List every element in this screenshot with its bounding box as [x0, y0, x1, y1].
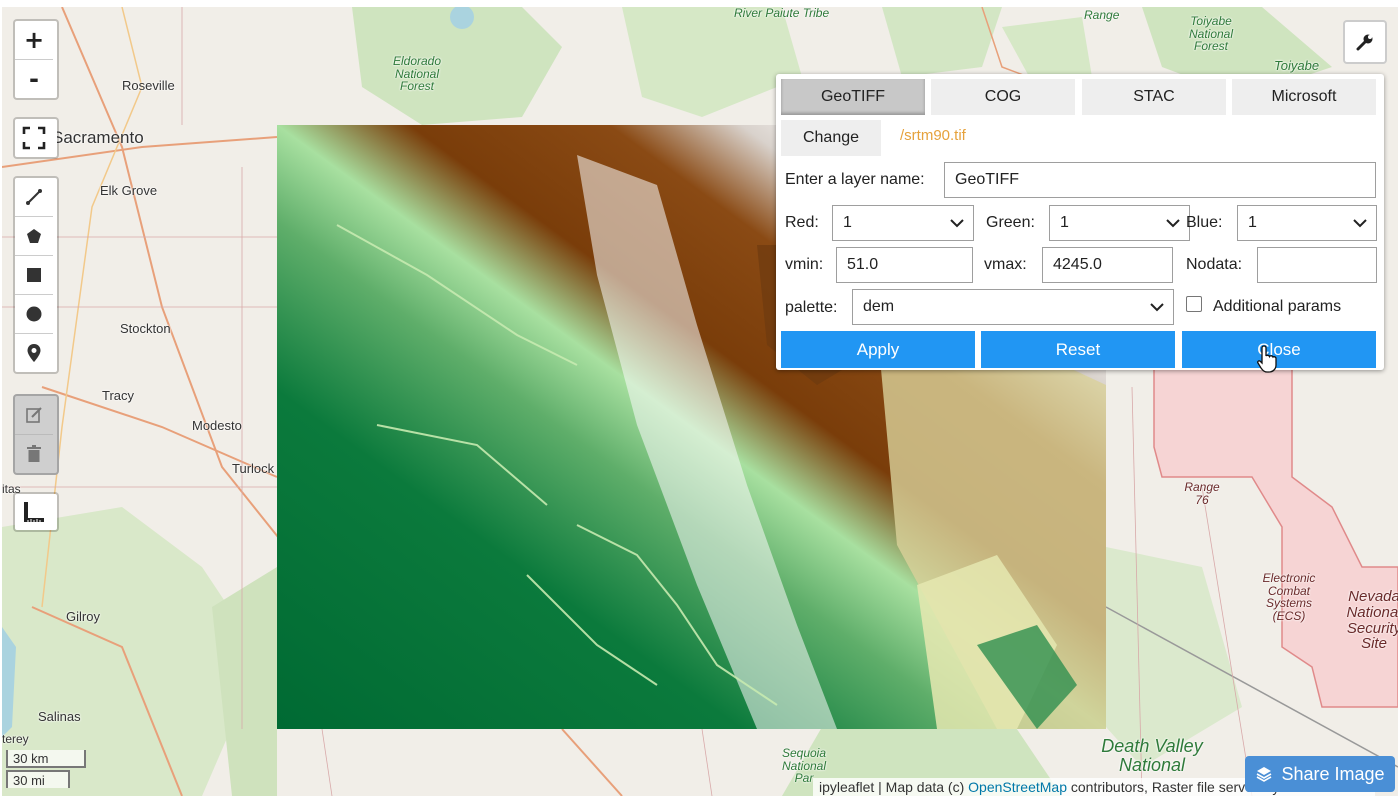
polygon-icon [27, 229, 41, 243]
draw-toolbar [13, 176, 59, 374]
edit-icon [26, 407, 42, 423]
map-label-salinas: Salinas [38, 709, 81, 724]
circle-icon [26, 306, 42, 322]
scale-imperial: 30 mi [6, 770, 70, 788]
map-label-elk-grove: Elk Grove [100, 183, 158, 198]
measure-control [13, 492, 59, 532]
draw-polygon-button[interactable] [15, 217, 53, 256]
scale-metric: 30 km [6, 750, 86, 768]
tab-microsoft[interactable]: Microsoft [1232, 79, 1376, 115]
map-label-terey: terey [2, 732, 29, 746]
chevron-down-icon [1353, 219, 1367, 228]
layer-name-label: Enter a layer name: [785, 171, 925, 188]
vmax-input[interactable]: 4245.0 [1042, 247, 1173, 283]
map-label-toiyabe-nf: Toiyabe National Forest [1188, 14, 1234, 54]
nodata-input[interactable] [1257, 247, 1377, 283]
fullscreen-control [13, 117, 59, 159]
palette-label: palette: [785, 299, 838, 316]
raster-dialog: GeoTIFF COG STAC Microsoft Change /srtm9… [776, 74, 1384, 373]
ruler-icon [24, 502, 44, 522]
map-label-river-paiute: River Paiute Tribe [734, 7, 830, 20]
nodata-label: Nodata: [1186, 256, 1243, 273]
map-label-eldorado: Eldorado National Forest [392, 54, 442, 94]
map-label-turlock: Turlock [232, 461, 275, 476]
map-label-sacramento: Sacramento [52, 128, 144, 147]
zoom-out-button[interactable]: - [15, 60, 53, 98]
apply-button[interactable]: Apply [781, 331, 975, 368]
draw-marker-button[interactable] [15, 334, 53, 372]
palette-value: dem [863, 298, 895, 315]
draw-circle-button[interactable] [15, 295, 53, 334]
layer-name-input[interactable]: GeoTIFF [944, 162, 1376, 198]
chevron-down-icon [950, 219, 964, 228]
map-label-range-top: Range [1084, 8, 1120, 22]
vmax-label: vmax: [984, 256, 1027, 273]
measure-button[interactable] [15, 494, 53, 530]
osm-link[interactable]: OpenStreetMap [968, 779, 1067, 795]
chevron-down-icon [1166, 219, 1180, 228]
marker-icon [27, 344, 41, 362]
blue-label: Blue: [1186, 214, 1223, 231]
tab-geotiff[interactable]: GeoTIFF [781, 79, 925, 115]
green-band-select[interactable]: 1 [1049, 205, 1190, 241]
edit-toolbar [13, 394, 59, 475]
map-label-modesto: Modesto [192, 418, 242, 433]
chevron-down-icon [1150, 303, 1164, 312]
share-image-label: Share Image [1281, 763, 1385, 784]
draw-polyline-button[interactable] [15, 178, 53, 217]
red-band-value: 1 [843, 214, 852, 231]
fullscreen-button[interactable] [15, 119, 53, 157]
file-path: /srtm90.tif [900, 127, 966, 144]
attribution-prefix: ipyleaflet | Map data (c) [819, 779, 965, 795]
red-band-select[interactable]: 1 [832, 205, 974, 241]
vmin-input[interactable]: 51.0 [836, 247, 973, 283]
map-label-stockton: Stockton [120, 321, 171, 336]
green-label: Green: [986, 214, 1035, 231]
tab-stac[interactable]: STAC [1082, 79, 1226, 115]
scale-bar: 30 km 30 mi [6, 750, 86, 788]
zoom-in-button[interactable]: + [15, 21, 53, 60]
additional-params-label: Additional params [1213, 298, 1342, 315]
reset-button[interactable]: Reset [981, 331, 1175, 368]
polyline-icon [26, 189, 42, 205]
green-band-value: 1 [1060, 214, 1069, 231]
map-label-tracy: Tracy [102, 388, 135, 403]
vmin-label: vmin: [785, 256, 824, 273]
hand-cursor-icon [1257, 345, 1277, 373]
map-label-nevada: Nevada National Security Site [1346, 588, 1398, 653]
share-image-button[interactable]: Share Image [1245, 756, 1395, 792]
rectangle-icon [27, 268, 41, 282]
toolbar-toggle-button[interactable] [1343, 20, 1387, 64]
tab-cog[interactable]: COG [931, 79, 1075, 115]
zoom-control: + - [13, 19, 59, 100]
wrench-icon [1356, 34, 1373, 51]
map-label-death-valley: Death Valley National [1101, 736, 1203, 775]
map-label-range76: Range 76 [1184, 480, 1220, 507]
additional-params-checkbox[interactable] [1186, 296, 1202, 312]
map-label-gilroy: Gilroy [66, 609, 100, 624]
draw-rectangle-button[interactable] [15, 256, 53, 295]
change-file-button[interactable]: Change [781, 120, 881, 156]
fullscreen-icon [22, 126, 46, 150]
layers-icon [1257, 767, 1272, 782]
map-label-roseville: Roseville [122, 78, 175, 93]
palette-select[interactable]: dem [852, 289, 1174, 325]
map-label-ecs: Electronic Combat Systems (ECS) [1262, 571, 1316, 623]
red-label: Red: [785, 214, 819, 231]
edit-layers-button[interactable] [15, 396, 53, 435]
map-label-toiyabe: Toiyabe [1274, 58, 1320, 73]
blue-band-select[interactable]: 1 [1237, 205, 1377, 241]
trash-icon [27, 445, 41, 462]
blue-band-value: 1 [1248, 214, 1257, 231]
delete-layers-button[interactable] [15, 435, 53, 473]
